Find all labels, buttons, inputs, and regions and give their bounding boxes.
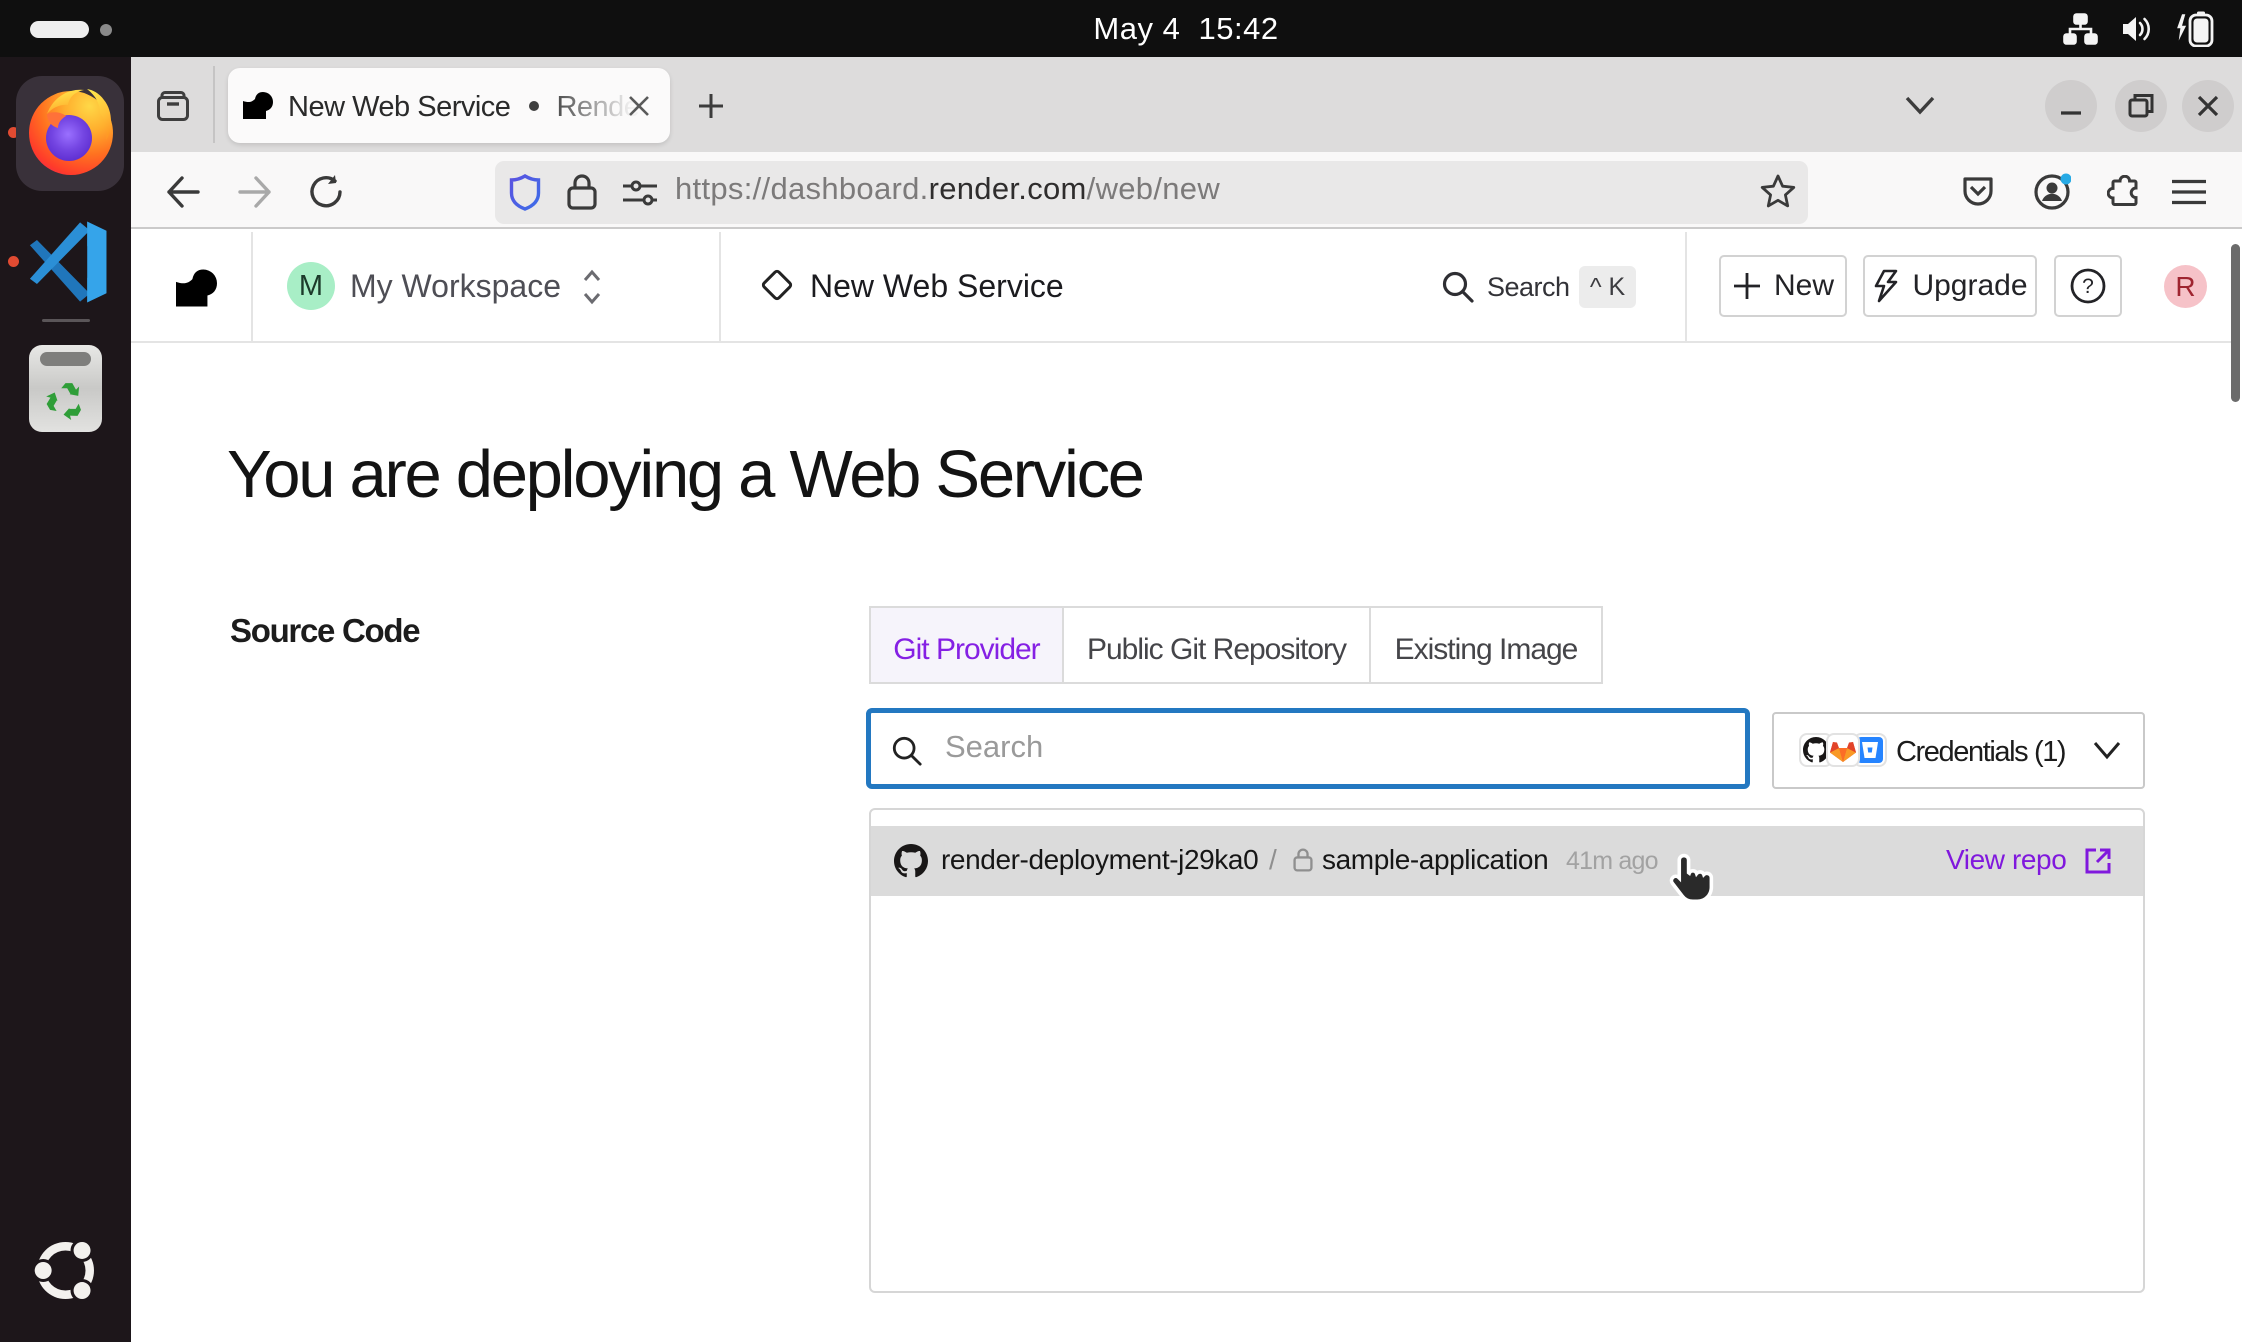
- svg-text:?: ?: [2082, 275, 2094, 298]
